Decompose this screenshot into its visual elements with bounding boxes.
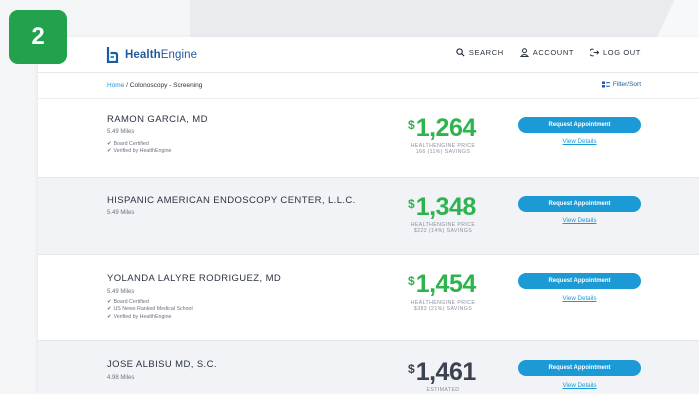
result-row: YOLANDA LALYRE RODRIGUEZ, MD 5.49 Miles … — [38, 255, 699, 341]
price: $1,454 — [408, 272, 476, 297]
filter-icon — [601, 81, 610, 88]
nav-logout[interactable]: LOG OUT — [590, 48, 641, 57]
nav-search-label: SEARCH — [468, 48, 504, 57]
price-subtext: ESTIMATED — [396, 387, 490, 393]
healthengine-logo-icon — [106, 47, 119, 63]
price-value: 1,348 — [415, 193, 477, 221]
badge-item: ✔ US News Ranked Medical School — [107, 306, 193, 313]
price: $1,264 — [408, 116, 476, 141]
check-icon: ✔ — [107, 141, 112, 147]
dollar-sign: $ — [408, 118, 415, 132]
breadcrumb-current: Colonoscopy - Screening — [129, 82, 203, 89]
backdrop-top — [190, 0, 699, 38]
step-number-badge: 2 — [9, 10, 67, 64]
price-label: ESTIMATED — [426, 387, 460, 393]
provider-distance: 5.49 Miles — [107, 129, 135, 135]
price-subtext: HEALTHENGINE PRICE 166 (11%) SAVINGS — [396, 143, 490, 156]
provider-distance: 5.49 Miles — [107, 210, 135, 216]
provider-name[interactable]: YOLANDA LALYRE RODRIGUEZ, MD — [107, 273, 281, 284]
price: $1,348 — [408, 195, 476, 220]
badge-text: Board Certified — [113, 299, 149, 305]
price: $1,461 — [408, 360, 476, 385]
provider-name[interactable]: RAMON GARCIA, MD — [107, 114, 208, 125]
dollar-sign: $ — [408, 362, 415, 376]
backdrop-corner — [639, 0, 699, 38]
nav-account[interactable]: ACCOUNT — [519, 48, 575, 57]
check-icon: ✔ — [107, 299, 112, 305]
badge-text: Verified by HealthEngine — [113, 313, 172, 320]
check-icon: ✔ — [107, 306, 112, 313]
request-appointment-button[interactable]: Request Appointment — [518, 273, 641, 289]
price-savings: $383 (21%) SAVINGS — [413, 306, 473, 313]
request-appointment-button[interactable]: Request Appointment — [518, 360, 641, 376]
provider-name[interactable]: JOSE ALBISU MD, S.C. — [107, 359, 217, 370]
provider-distance: 4.98 Miles — [107, 375, 135, 381]
result-row: RAMON GARCIA, MD 5.49 Miles ✔ Board Certi… — [38, 100, 699, 178]
nav-search[interactable]: SEARCH — [456, 48, 504, 57]
result-row: HISPANIC AMERICAN ENDOSCOPY CENTER, L.L.… — [38, 178, 699, 255]
provider-badges: ✔ Board Certified ✔ US News Ranked Medical… — [107, 299, 193, 321]
top-nav: SEARCH ACCOUNT LOG OUT — [456, 48, 641, 57]
price-savings: 166 (11%) SAVINGS — [415, 149, 471, 156]
logo-text: HealthEngine — [125, 49, 197, 61]
view-details-link[interactable]: View Details — [518, 217, 641, 224]
price-value: 1,264 — [415, 114, 477, 142]
result-row: JOSE ALBISU MD, S.C. 4.98 Miles $1,461 E… — [38, 341, 699, 394]
badge-text: Verified by HealthEngine — [113, 148, 172, 155]
badge-item: ✔ Board Certified — [107, 299, 193, 306]
logout-icon — [590, 48, 600, 57]
filter-sort-label: Filter/Sort — [612, 81, 641, 88]
request-appointment-button[interactable]: Request Appointment — [518, 117, 641, 133]
user-icon — [519, 48, 529, 57]
price-savings: $222 (14%) SAVINGS — [413, 228, 473, 235]
nav-logout-label: LOG OUT — [603, 48, 641, 57]
request-appointment-button[interactable]: Request Appointment — [518, 196, 641, 212]
check-icon: ✔ — [107, 313, 112, 320]
provider-name[interactable]: HISPANIC AMERICAN ENDOSCOPY CENTER, L.L.… — [107, 195, 356, 206]
dollar-sign: $ — [408, 274, 415, 288]
search-icon — [456, 48, 465, 57]
price-value: 1,461 — [415, 358, 477, 386]
top-header: HealthEngine SEARCH ACCOUNT LOG OUT — [38, 37, 699, 73]
badge-item: ✔ Verified by HealthEngine — [107, 314, 193, 321]
badge-text: Board Certified — [113, 141, 149, 147]
price-subtext: HEALTHENGINE PRICE $222 (14%) SAVINGS — [396, 222, 490, 235]
breadcrumb: Home / Colonoscopy - Screening — [107, 82, 202, 89]
dollar-sign: $ — [408, 197, 415, 211]
logo-brand-light: Engine — [160, 48, 198, 61]
filter-sort-button[interactable]: Filter/Sort — [601, 81, 641, 88]
price-value: 1,454 — [415, 270, 477, 298]
check-icon: ✔ — [107, 148, 112, 155]
badge-item: ✔ Verified by HealthEngine — [107, 148, 171, 155]
view-details-link[interactable]: View Details — [518, 382, 641, 389]
app-window: HealthEngine SEARCH ACCOUNT LOG OUT Home… — [38, 37, 699, 394]
badge-item: ✔ Board Certified — [107, 141, 171, 148]
view-details-link[interactable]: View Details — [518, 138, 641, 145]
view-details-link[interactable]: View Details — [518, 295, 641, 302]
logo-brand-bold: Health — [125, 48, 161, 61]
price-subtext: HEALTHENGINE PRICE $383 (21%) SAVINGS — [396, 300, 490, 313]
nav-account-label: ACCOUNT — [532, 48, 575, 57]
provider-distance: 5.49 Miles — [107, 289, 135, 295]
badge-text: US News Ranked Medical School — [113, 306, 193, 313]
breadcrumb-bar: Home / Colonoscopy - Screening Filter/So… — [38, 73, 699, 99]
breadcrumb-home-link[interactable]: Home — [107, 82, 124, 89]
provider-badges: ✔ Board Certified ✔ Verified by HealthEngi… — [107, 141, 171, 156]
healthengine-logo[interactable]: HealthEngine — [106, 46, 197, 63]
